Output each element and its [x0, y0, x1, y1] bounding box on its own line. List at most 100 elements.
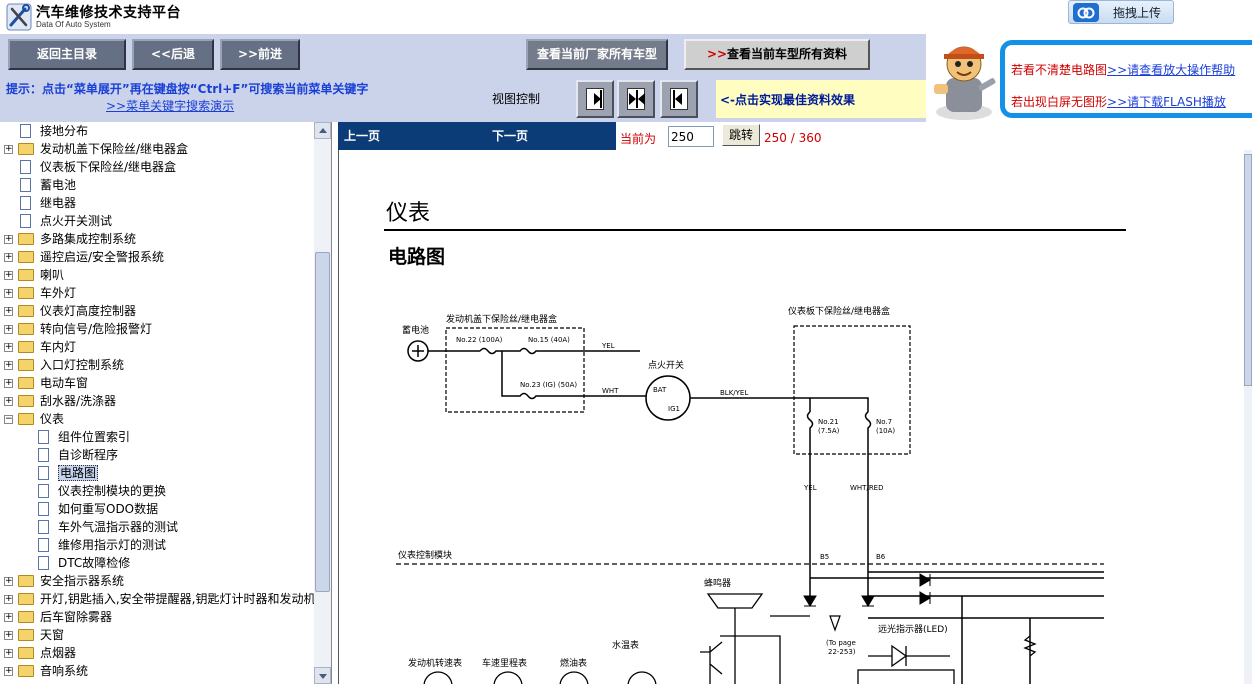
temp-gauge-label: 水温表: [612, 639, 639, 651]
upload-label: 拖拽上传: [1113, 6, 1162, 20]
ign-ig1-label: IG1: [668, 405, 680, 413]
drag-upload-button[interactable]: 拖拽上传: [1068, 0, 1174, 24]
collapse-icon[interactable]: −: [4, 415, 13, 424]
tree-item[interactable]: + 入口灯控制系统: [0, 356, 314, 374]
zoom-help-line: 若看不清楚电路图>>请查看放大操作帮助: [1011, 61, 1235, 78]
expand-icon[interactable]: +: [4, 325, 13, 334]
b5-diode: [803, 595, 817, 607]
view-expand-left-button[interactable]: [660, 80, 698, 118]
tree-item[interactable]: 如何重写ODO数据: [0, 500, 314, 518]
page-number-input[interactable]: [668, 126, 714, 147]
tree-item[interactable]: + 点烟器: [0, 644, 314, 662]
expand-icon[interactable]: +: [4, 271, 13, 280]
tree-item[interactable]: + 安全指示器系统: [0, 572, 314, 590]
expand-icon[interactable]: +: [4, 289, 13, 298]
fuel-gauge-label: 燃油表: [560, 657, 587, 669]
back-button[interactable]: <<后退: [132, 39, 214, 70]
tree-item[interactable]: DTC故障检修: [0, 554, 314, 572]
tree-item[interactable]: + 车内灯: [0, 338, 314, 356]
view-split-button[interactable]: [617, 80, 655, 118]
tree-item-label: 仪表: [40, 412, 65, 426]
folder-icon: [18, 575, 34, 587]
tree-item-label: 车内灯: [40, 340, 77, 354]
tree-item[interactable]: + 喇叭: [0, 266, 314, 284]
expand-icon[interactable]: +: [4, 667, 13, 676]
help-panel: 若看不清楚电路图>>请查看放大操作帮助 若出现白屏无图形>>请下载FLASH播放: [1000, 40, 1252, 118]
expand-icon[interactable]: +: [4, 343, 13, 352]
tree-item[interactable]: + 后车窗除雾器: [0, 608, 314, 626]
expand-icon[interactable]: +: [4, 235, 13, 244]
tree-item[interactable]: 电路图: [0, 464, 314, 482]
scroll-down-button[interactable]: [314, 667, 331, 684]
expand-icon[interactable]: +: [4, 253, 13, 262]
tree-item-label: 遥控启运/安全警报系统: [40, 250, 165, 264]
tree-item[interactable]: 蓄电池: [0, 176, 314, 194]
tree-item[interactable]: + 开灯,钥匙插入,安全带提醒器,钥匙灯计时器和发动机: [0, 590, 315, 608]
tree-item[interactable]: 组件位置索引: [0, 428, 314, 446]
tree-item[interactable]: + 电动车窗: [0, 374, 314, 392]
tree-item[interactable]: + 刮水器/洗涤器: [0, 392, 314, 410]
document-scroll-thumb[interactable]: [1244, 154, 1252, 386]
expand-icon[interactable]: +: [4, 361, 13, 370]
home-button[interactable]: 返回主目录: [8, 39, 126, 70]
forward-button[interactable]: >>前进: [220, 39, 300, 70]
tree-item[interactable]: 仪表控制模块的更换: [0, 482, 314, 500]
document-scrollbar[interactable]: [1244, 150, 1252, 684]
tree-item[interactable]: + 音响系统: [0, 662, 314, 680]
wrench-logo-icon: [6, 3, 32, 31]
expand-icon[interactable]: +: [4, 631, 13, 640]
tree-item[interactable]: + 车外灯: [0, 284, 314, 302]
zoom-help-text: 若看不清楚电路图: [1011, 63, 1108, 77]
tree-item[interactable]: − 仪表: [0, 410, 314, 428]
next-page-link[interactable]: 下一页: [492, 127, 528, 144]
high-beam-label: 远光指示器(LED): [878, 623, 948, 635]
folder-icon: [18, 323, 34, 335]
tree-item-label: 音响系统: [40, 664, 89, 678]
expand-icon[interactable]: +: [4, 397, 13, 406]
tree-item-label: 继电器: [40, 196, 77, 210]
tree-scrollbar[interactable]: [314, 122, 331, 684]
view-expand-right-button[interactable]: [576, 80, 614, 118]
high-beam-led: [868, 644, 950, 668]
flash-download-link[interactable]: >>请下载FLASH播放: [1107, 95, 1226, 109]
tree-item[interactable]: 仪表板下保险丝/继电器盒: [0, 158, 314, 176]
tree-item[interactable]: + 转向信号/危险报警灯: [0, 320, 314, 338]
tachometer-symbol: [423, 671, 453, 684]
tree-item[interactable]: + 遥控启运/安全警报系统: [0, 248, 314, 266]
expand-icon[interactable]: +: [4, 649, 13, 658]
zoom-help-link[interactable]: >>请查看放大操作帮助: [1107, 63, 1235, 77]
expand-icon[interactable]: +: [4, 307, 13, 316]
tree-scroll-thumb[interactable]: [315, 252, 330, 592]
prev-page-link[interactable]: 上一页: [344, 127, 380, 144]
folder-icon: [18, 611, 34, 623]
jump-button[interactable]: 跳转: [722, 124, 760, 146]
transistor: [700, 641, 723, 684]
all-models-button[interactable]: 查看当前厂家所有车型: [526, 39, 668, 70]
wire-yel2-label: YEL: [803, 484, 817, 492]
expand-icon[interactable]: +: [4, 145, 13, 154]
view-tip-text: <-点击实现最佳资料效果: [720, 93, 856, 107]
tree-item[interactable]: 继电器: [0, 194, 314, 212]
expand-icon[interactable]: +: [4, 379, 13, 388]
tree-item[interactable]: 点火开关测试: [0, 212, 314, 230]
tree-item[interactable]: 接地分布: [0, 122, 314, 140]
tree-item[interactable]: + 仪表灯高度控制器: [0, 302, 314, 320]
page-heading: 仪表: [386, 201, 431, 226]
tree-item[interactable]: 车外气温指示器的测试: [0, 518, 314, 536]
tree-item[interactable]: + 多路集成控制系统: [0, 230, 314, 248]
all-docs-button[interactable]: >>查看当前车型所有资料: [684, 39, 870, 70]
scroll-up-button[interactable]: [314, 122, 331, 139]
expand-icon[interactable]: +: [4, 577, 13, 586]
pin-b5-label: B5: [820, 553, 829, 561]
expand-icon[interactable]: +: [4, 595, 13, 604]
tree-item[interactable]: + 天窗: [0, 626, 314, 644]
tree-item-label: DTC故障检修: [58, 556, 131, 570]
search-hint-text: 提示：点击“菜单展开”再在键盘按“Ctrl+F”可搜索当前菜单关键字: [6, 82, 369, 96]
tree-item[interactable]: 维修用指示灯的测试: [0, 536, 314, 554]
tree-item[interactable]: + 发动机盖下保险丝/继电器盒: [0, 140, 314, 158]
folder-open-icon: [18, 413, 34, 425]
section-heading: 电路图: [388, 246, 446, 268]
search-demo-link[interactable]: >>菜单关键字搜索演示: [106, 97, 234, 114]
expand-icon[interactable]: +: [4, 613, 13, 622]
tree-item[interactable]: 自诊断程序: [0, 446, 314, 464]
